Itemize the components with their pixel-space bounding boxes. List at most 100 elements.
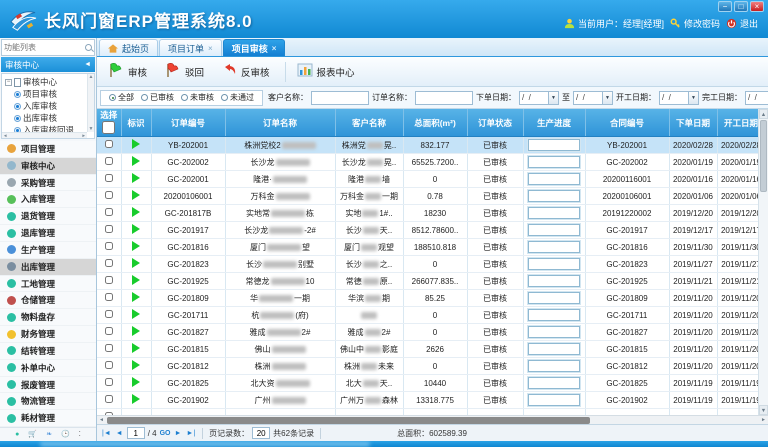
module-item-3[interactable]: 入库管理 (0, 191, 96, 208)
order-date-to-input[interactable] (573, 91, 603, 105)
close-tab-icon[interactable]: × (208, 44, 213, 53)
row-select-cell[interactable] (97, 188, 121, 205)
tree-vertical-scrollbar[interactable]: ▲▼ (87, 74, 94, 132)
tree-node-1[interactable]: 入库审核 (5, 100, 86, 112)
scroll-right-icon[interactable]: ► (82, 133, 86, 138)
clock-person-icon[interactable]: 🕒 (61, 431, 70, 439)
collapse-panel-icon[interactable]: ◄ (84, 61, 91, 68)
next-page-button[interactable]: ► (173, 430, 182, 437)
grid-horizontal-scrollbar[interactable]: ◄ ► (97, 415, 768, 424)
tab-2[interactable]: 项目审核× (223, 39, 286, 56)
order-date-from-input[interactable] (519, 91, 549, 105)
row-checkbox[interactable] (105, 259, 113, 267)
start-date-input[interactable] (659, 91, 689, 105)
column-header-contract[interactable]: 合同编号 (585, 109, 669, 137)
row-checkbox[interactable] (105, 310, 113, 318)
row-select-cell[interactable] (97, 307, 121, 324)
page-size-input[interactable] (252, 427, 270, 439)
logout-button[interactable]: 退出 (726, 17, 758, 30)
first-page-button[interactable]: |◄ (101, 430, 112, 437)
toolbar-button-audit[interactable]: 审核 (103, 58, 156, 85)
status-radio-2[interactable]: 未审核 (181, 92, 214, 103)
go-button[interactable]: GO (160, 430, 171, 437)
more-icon[interactable]: ⁚ (79, 431, 81, 439)
row-checkbox[interactable] (105, 361, 113, 369)
scrollbar-thumb[interactable] (107, 417, 590, 424)
column-header-order_name[interactable]: 订单名称 (225, 109, 335, 137)
status-radio-0[interactable]: 全部 (109, 92, 134, 103)
prev-page-button[interactable]: ◄ (115, 430, 124, 437)
tab-1[interactable]: 项目订单× (159, 39, 222, 56)
module-item-14[interactable]: 报废管理 (0, 377, 96, 394)
last-page-button[interactable]: ►| (185, 430, 196, 437)
column-header-order_date[interactable]: 下单日期 (669, 109, 717, 137)
row-select-cell[interactable] (97, 137, 121, 154)
row-checkbox[interactable] (105, 395, 113, 403)
chevron-down-icon[interactable]: ▼ (689, 91, 699, 105)
leaf-icon[interactable]: ❧ (46, 431, 52, 439)
scroll-up-icon[interactable]: ▲ (759, 109, 768, 119)
row-checkbox[interactable] (105, 378, 113, 386)
row-checkbox[interactable] (105, 293, 113, 301)
row-select-cell[interactable] (97, 341, 121, 358)
scroll-up-icon[interactable]: ▲ (88, 74, 94, 80)
module-item-9[interactable]: 仓储管理 (0, 292, 96, 309)
dot-icon[interactable]: ● (15, 431, 19, 439)
change-password-button[interactable]: 修改密码 (670, 17, 720, 30)
module-item-5[interactable]: 退库管理 (0, 225, 96, 242)
function-search-input[interactable] (4, 43, 85, 52)
module-item-0[interactable]: 项目管理 (0, 141, 96, 158)
row-select-cell[interactable] (97, 290, 121, 307)
scroll-down-icon[interactable]: ▼ (759, 405, 768, 415)
tree-node-0[interactable]: 项目审核 (5, 88, 86, 100)
row-checkbox[interactable] (105, 174, 113, 182)
row-checkbox[interactable] (105, 157, 113, 165)
module-item-8[interactable]: 工地管理 (0, 276, 96, 293)
finish-date-input[interactable] (745, 91, 768, 105)
module-item-13[interactable]: 补单中心 (0, 360, 96, 377)
module-item-16[interactable]: 耗材管理 (0, 410, 96, 427)
row-checkbox[interactable] (105, 242, 113, 250)
column-header-start_date[interactable]: 开工日期 (717, 109, 758, 137)
toolbar-button-reject[interactable]: 驳回 (160, 58, 213, 85)
expand-icon[interactable]: − (5, 79, 12, 86)
scroll-left-icon[interactable]: ◄ (3, 133, 7, 138)
grid-vertical-scrollbar[interactable]: ▲ ▼ (758, 109, 768, 415)
row-select-cell[interactable] (97, 375, 121, 392)
row-select-cell[interactable] (97, 273, 121, 290)
row-checkbox[interactable] (105, 191, 113, 199)
row-checkbox[interactable] (105, 344, 113, 352)
module-item-1[interactable]: 审核中心 (0, 158, 96, 175)
tree-horizontal-scrollbar[interactable]: ◄► (2, 132, 87, 138)
chevron-down-icon[interactable]: ▼ (603, 91, 613, 105)
tab-0[interactable]: 起始页 (99, 39, 158, 56)
column-header-area[interactable]: 总面积(m²) (403, 109, 467, 137)
scrollbar-thumb[interactable] (760, 120, 767, 192)
chevron-down-icon[interactable]: ▼ (549, 91, 559, 105)
module-item-4[interactable]: 退货管理 (0, 208, 96, 225)
toolbar-button-report-center[interactable]: 报表中心 (292, 59, 364, 84)
close-tab-icon[interactable]: × (272, 44, 277, 53)
column-header-progress[interactable]: 生产进度 (523, 109, 585, 137)
row-checkbox[interactable] (105, 140, 113, 148)
row-select-cell[interactable] (97, 171, 121, 188)
module-item-2[interactable]: 采购管理 (0, 175, 96, 192)
row-checkbox[interactable] (105, 327, 113, 335)
scroll-left-icon[interactable]: ◄ (97, 417, 106, 423)
scroll-right-icon[interactable]: ► (759, 417, 768, 423)
column-header-select[interactable]: 选择 (97, 109, 121, 137)
scroll-down-icon[interactable]: ▼ (88, 126, 94, 132)
row-checkbox[interactable] (105, 225, 113, 233)
column-header-flag[interactable]: 标识 (121, 109, 151, 137)
minimize-button[interactable]: − (718, 1, 732, 12)
module-item-6[interactable]: 生产管理 (0, 242, 96, 259)
row-select-cell[interactable] (97, 256, 121, 273)
column-header-status[interactable]: 订单状态 (467, 109, 523, 137)
row-select-cell[interactable] (97, 239, 121, 256)
row-checkbox[interactable] (105, 208, 113, 216)
module-item-12[interactable]: 结转管理 (0, 343, 96, 360)
row-select-cell[interactable] (97, 392, 121, 409)
row-checkbox[interactable] (105, 276, 113, 284)
order-name-input[interactable] (415, 91, 473, 105)
close-button[interactable]: × (750, 1, 764, 12)
